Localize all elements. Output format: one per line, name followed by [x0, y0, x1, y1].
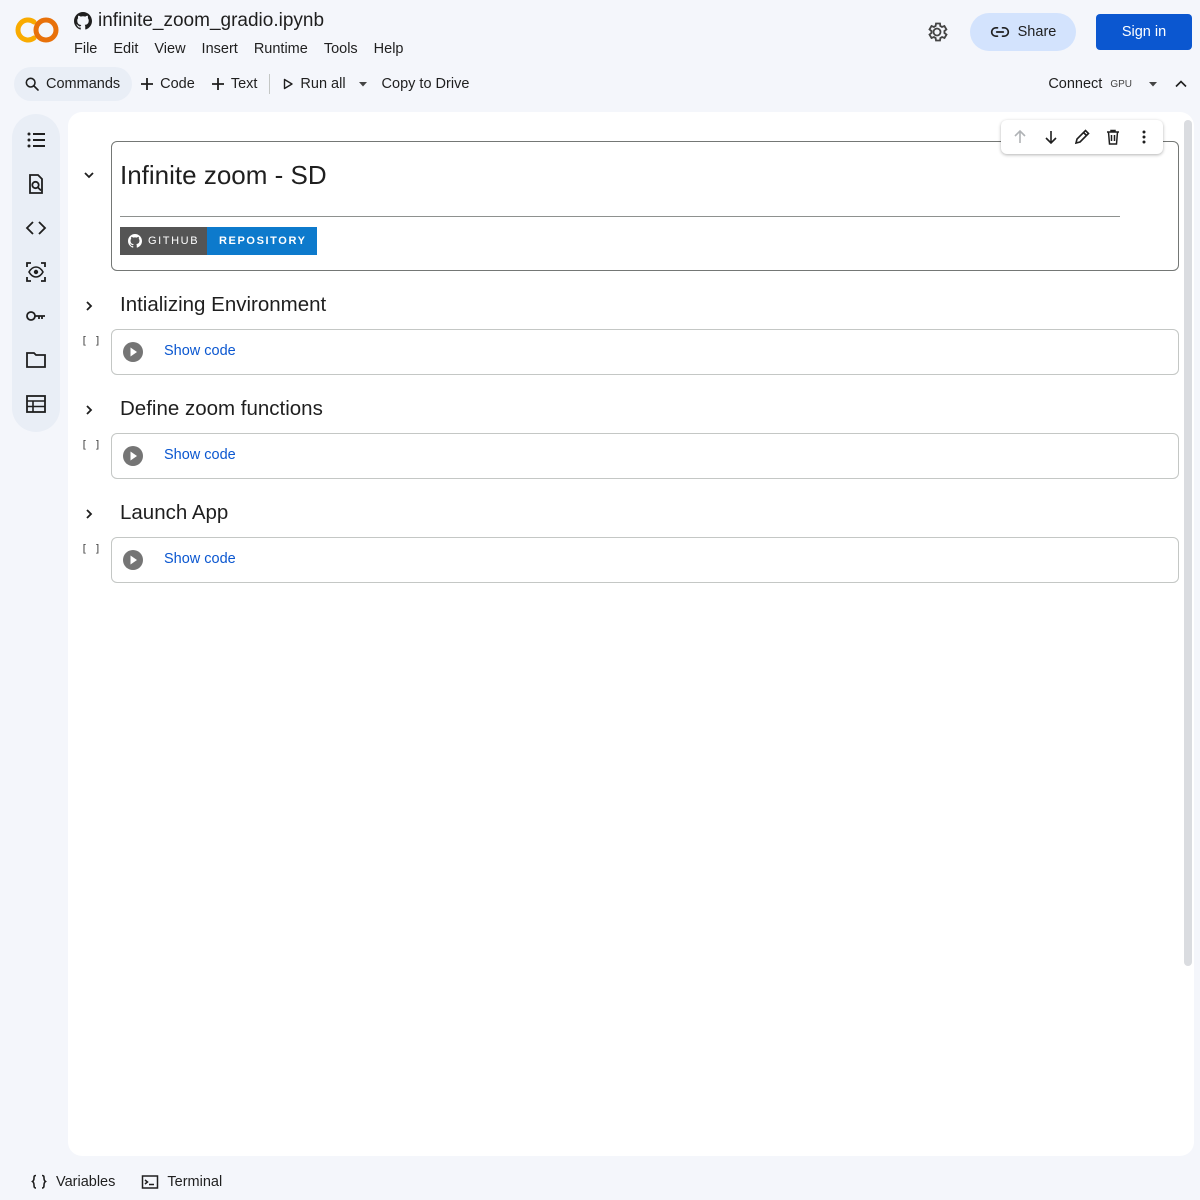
badge-left: GITHUB [120, 227, 207, 255]
sign-in-button[interactable]: Sign in [1096, 14, 1192, 50]
show-code-link[interactable]: Show code [164, 447, 236, 463]
variables-inspector-icon[interactable] [25, 261, 47, 283]
collapse-section-chevron-down-icon[interactable] [80, 166, 98, 184]
code-label: Code [160, 76, 195, 92]
data-table-icon[interactable] [25, 393, 47, 415]
secrets-key-icon[interactable] [25, 305, 47, 327]
collapse-header-chevron-up-icon[interactable] [1170, 73, 1192, 95]
execution-count: [ ] [81, 334, 101, 347]
files-folder-icon[interactable] [25, 349, 47, 371]
execution-count: [ ] [81, 542, 101, 555]
expand-section-chevron-right-icon[interactable] [80, 401, 98, 419]
caret-down-icon [358, 79, 368, 89]
terminal-label: Terminal [167, 1174, 223, 1190]
run-all-label: Run all [300, 76, 346, 92]
run-cell-play-icon[interactable] [122, 549, 144, 571]
connect-options-caret-icon[interactable] [1144, 75, 1162, 93]
terminal-button[interactable]: Terminal [141, 1173, 222, 1191]
section-heading: Intializing Environment [120, 293, 327, 316]
expand-section-chevron-right-icon[interactable] [80, 297, 98, 315]
menu-insert[interactable]: Insert [202, 41, 246, 57]
add-code-button[interactable]: Code [132, 67, 203, 101]
badge-right-label: REPOSITORY [207, 227, 317, 255]
menu-bar: File Edit View Insert Runtime Tools Help [74, 41, 420, 57]
menu-tools[interactable]: Tools [324, 41, 366, 57]
share-button[interactable]: Share [970, 13, 1076, 51]
move-cell-down-arrow-icon[interactable] [1042, 128, 1060, 146]
show-code-link[interactable]: Show code [164, 343, 236, 359]
badge-left-label: GITHUB [148, 235, 200, 247]
toolbar-divider [269, 74, 271, 94]
execution-count: [ ] [81, 438, 101, 451]
delete-trash-icon[interactable] [1104, 128, 1122, 146]
notebook-heading: Infinite zoom - SD [120, 160, 327, 190]
notebook-scrollbar[interactable] [1184, 120, 1192, 966]
terminal-icon [141, 1173, 159, 1191]
show-code-link[interactable]: Show code [164, 551, 236, 567]
title-row: infinite_zoom_gradio.ipynb [74, 10, 324, 32]
find-replace-icon[interactable] [25, 173, 47, 195]
run-all-button[interactable]: Run all [274, 67, 353, 101]
cell-action-toolbar [1001, 120, 1163, 154]
curly-braces-icon [30, 1173, 48, 1191]
link-icon [990, 22, 1010, 42]
github-repository-badge[interactable]: GITHUB REPOSITORY [120, 227, 317, 255]
menu-edit[interactable]: Edit [113, 41, 146, 57]
colab-logo[interactable] [14, 14, 60, 46]
heading-divider [120, 216, 1120, 217]
run-cell-play-icon[interactable] [122, 445, 144, 467]
share-label: Share [1017, 24, 1057, 40]
code-cell[interactable]: Show code [111, 433, 1179, 479]
text-label: Text [230, 76, 258, 92]
title-text-cell[interactable]: Infinite zoom - SD GITHUB REPOSITORY [111, 141, 1179, 271]
gpu-label: GPU [1110, 78, 1132, 90]
variables-button[interactable]: Variables [30, 1173, 115, 1191]
add-text-button[interactable]: Text [203, 67, 266, 101]
commands-button[interactable]: Commands [14, 67, 133, 101]
play-outline-icon [282, 78, 294, 90]
code-cell[interactable]: Show code [111, 537, 1179, 583]
menu-view[interactable]: View [154, 41, 193, 57]
app-header: infinite_zoom_gradio.ipynb File Edit Vie… [0, 0, 1200, 64]
edit-pencil-icon[interactable] [1073, 128, 1091, 146]
expand-section-chevron-right-icon[interactable] [80, 505, 98, 523]
toolbar-right: Connect GPU [1042, 64, 1192, 104]
notebook-title[interactable]: infinite_zoom_gradio.ipynb [98, 10, 324, 32]
run-cell-play-icon[interactable] [122, 341, 144, 363]
code-cell[interactable]: Show code [111, 329, 1179, 375]
table-of-contents-icon[interactable] [25, 129, 47, 151]
menu-file[interactable]: File [74, 41, 105, 57]
plus-icon [140, 77, 154, 91]
menu-runtime[interactable]: Runtime [254, 41, 316, 57]
settings-gear-icon[interactable] [925, 20, 949, 44]
code-snippets-icon[interactable] [25, 217, 47, 239]
section-heading: Launch App [120, 501, 229, 524]
plus-icon [211, 77, 225, 91]
bottom-bar: Variables Terminal [0, 1164, 1200, 1200]
commands-label: Commands [46, 76, 121, 92]
notebook-toolbar: Commands Code Text Run all Copy to Drive… [12, 64, 1200, 104]
section-heading: Define zoom functions [120, 397, 323, 420]
search-icon [24, 76, 40, 92]
more-vert-icon[interactable] [1135, 128, 1153, 146]
variables-label: Variables [56, 1174, 116, 1190]
menu-help[interactable]: Help [374, 41, 412, 57]
copy-to-drive-button[interactable]: Copy to Drive [374, 67, 478, 101]
connect-button[interactable]: Connect GPU [1042, 67, 1136, 101]
side-rail [12, 114, 60, 432]
github-icon [128, 234, 142, 248]
connect-label: Connect [1048, 76, 1103, 92]
move-cell-up-arrow-icon[interactable] [1011, 128, 1029, 146]
run-options-dropdown[interactable] [354, 67, 374, 101]
github-icon [74, 12, 92, 30]
